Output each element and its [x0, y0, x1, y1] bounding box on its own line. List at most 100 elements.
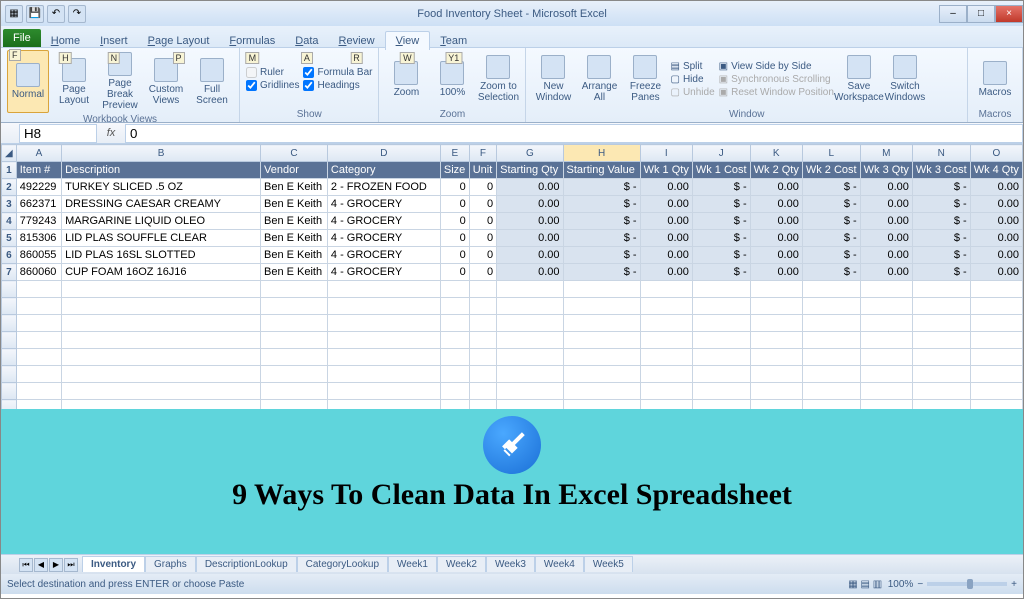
- cell[interactable]: 0: [440, 247, 469, 264]
- cell[interactable]: $ -: [912, 230, 970, 247]
- cell[interactable]: $ 20.69: [692, 417, 750, 434]
- cell[interactable]: Ben E Keith: [261, 553, 328, 555]
- cell[interactable]: 0: [469, 247, 496, 264]
- cell[interactable]: 0: [469, 434, 496, 451]
- cell[interactable]: 1 - PRODUCE: [327, 485, 440, 502]
- cell[interactable]: 0.00: [970, 485, 1022, 502]
- view-normal-icon[interactable]: ▦: [848, 579, 857, 590]
- cell[interactable]: 0.00: [860, 485, 912, 502]
- col-header-A[interactable]: A: [16, 145, 61, 162]
- cell[interactable]: 1.00: [750, 553, 802, 555]
- cell[interactable]: 4 - GROCERY: [327, 451, 440, 468]
- cell[interactable]: 1.00: [750, 502, 802, 519]
- row-header[interactable]: 7: [2, 264, 17, 281]
- cell[interactable]: 0.00: [497, 247, 563, 264]
- cell[interactable]: 0.00: [497, 230, 563, 247]
- sheet-tab-graphs[interactable]: Graphs: [145, 556, 196, 572]
- cell[interactable]: $ -: [692, 519, 750, 536]
- cell[interactable]: 815306: [16, 230, 61, 247]
- cell[interactable]: 0.00: [970, 536, 1022, 553]
- cell[interactable]: 0.00: [640, 196, 692, 213]
- cell[interactable]: 0.00: [860, 247, 912, 264]
- switch-windows-button[interactable]: Switch Windows: [884, 50, 926, 108]
- cell[interactable]: 0: [440, 213, 469, 230]
- cell[interactable]: 0.00: [750, 213, 802, 230]
- cell[interactable]: TUMBLER 20 OZ AMBER: [62, 553, 261, 555]
- cell[interactable]: 1 - PRODUCE: [327, 519, 440, 536]
- cell[interactable]: oz: [469, 485, 496, 502]
- cell[interactable]: 774173: [16, 536, 61, 553]
- cell[interactable]: 0.00: [970, 196, 1022, 213]
- cell[interactable]: Ben E Keith: [261, 213, 328, 230]
- cell[interactable]: 0.00: [497, 213, 563, 230]
- nav-prev-icon[interactable]: ◀: [34, 558, 48, 572]
- cell[interactable]: 0: [469, 468, 496, 485]
- cell[interactable]: $ -: [912, 485, 970, 502]
- row-header[interactable]: 21: [2, 502, 17, 519]
- cell[interactable]: DRESSING CAESAR CREAMY: [62, 196, 261, 213]
- cell[interactable]: 0.00: [640, 247, 692, 264]
- cell[interactable]: $ -: [563, 485, 640, 502]
- row-header[interactable]: 16: [2, 417, 17, 434]
- sheet-tab-week5[interactable]: Week5: [584, 556, 633, 572]
- cell[interactable]: 0: [440, 196, 469, 213]
- cell[interactable]: 0.00: [970, 502, 1022, 519]
- cell[interactable]: $ -: [563, 536, 640, 553]
- cell[interactable]: 0.00: [860, 179, 912, 196]
- cell[interactable]: 4 - GROCERY: [327, 502, 440, 519]
- cell[interactable]: 860055: [16, 247, 61, 264]
- row-header[interactable]: 22: [2, 519, 17, 536]
- cell[interactable]: $ -: [912, 502, 970, 519]
- cell[interactable]: 8 - EQUIP & SUPPLY: [327, 553, 440, 555]
- zoom-out-button[interactable]: −: [917, 579, 923, 590]
- cell[interactable]: 0: [440, 434, 469, 451]
- cell[interactable]: 0.00: [640, 264, 692, 281]
- cell[interactable]: 0: [469, 417, 496, 434]
- cell[interactable]: Ben E Keith: [261, 502, 328, 519]
- cell[interactable]: $ -: [912, 536, 970, 553]
- cell[interactable]: 4 - GROCERY: [327, 536, 440, 553]
- row-header[interactable]: 6: [2, 247, 17, 264]
- row-header[interactable]: 24: [2, 553, 17, 555]
- cell[interactable]: 4 - GROCERY: [327, 417, 440, 434]
- cell[interactable]: 4 - GROCERY: [327, 468, 440, 485]
- cell[interactable]: $ -: [563, 196, 640, 213]
- cell[interactable]: $ -: [802, 213, 860, 230]
- cell[interactable]: 800: [440, 519, 469, 536]
- cell[interactable]: 4 - GROCERY: [327, 247, 440, 264]
- cell[interactable]: 0.00: [970, 417, 1022, 434]
- full-screen-button[interactable]: Full Screen: [191, 50, 233, 113]
- unhide-button[interactable]: ▢ Unhide: [670, 87, 714, 98]
- row-header[interactable]: 4: [2, 213, 17, 230]
- cell[interactable]: $ -: [912, 434, 970, 451]
- spreadsheet-grid[interactable]: ◢ABCDEFGHIJKLMNO1Item #DescriptionVendor…: [1, 144, 1023, 554]
- cell[interactable]: $ -: [563, 553, 640, 555]
- cell[interactable]: 0.00: [860, 536, 912, 553]
- tab-view[interactable]: ViewW: [385, 31, 431, 50]
- file-tab[interactable]: File F: [3, 29, 41, 47]
- row-header[interactable]: 5: [2, 230, 17, 247]
- cell[interactable]: 1.00: [640, 468, 692, 485]
- cell[interactable]: $ -: [912, 417, 970, 434]
- nav-last-icon[interactable]: ⏭: [64, 558, 78, 572]
- cell[interactable]: 0: [469, 553, 496, 555]
- cell[interactable]: 2 - FROZEN FOOD: [327, 179, 440, 196]
- cell[interactable]: $ -: [692, 502, 750, 519]
- col-header-M[interactable]: M: [860, 145, 912, 162]
- cell[interactable]: 0.00: [497, 519, 563, 536]
- cell[interactable]: CROUTON SEASONED HOMESTYLE: [62, 451, 261, 468]
- cell[interactable]: $ -: [692, 196, 750, 213]
- cell[interactable]: TURKEY SLICED .5 OZ: [62, 179, 261, 196]
- cell[interactable]: $ -: [912, 264, 970, 281]
- cell[interactable]: Ben E Keith: [261, 264, 328, 281]
- cell[interactable]: 0.00: [750, 468, 802, 485]
- col-header-D[interactable]: D: [327, 145, 440, 162]
- tab-insert[interactable]: InsertN: [90, 32, 138, 50]
- cell[interactable]: 0.00: [860, 213, 912, 230]
- maximize-button[interactable]: □: [967, 5, 995, 23]
- cell[interactable]: 0.00: [497, 179, 563, 196]
- tab-team[interactable]: TeamY1: [430, 32, 477, 50]
- cell[interactable]: 0.00: [860, 434, 912, 451]
- cell[interactable]: $ -: [692, 264, 750, 281]
- undo-icon[interactable]: ↶: [47, 5, 65, 23]
